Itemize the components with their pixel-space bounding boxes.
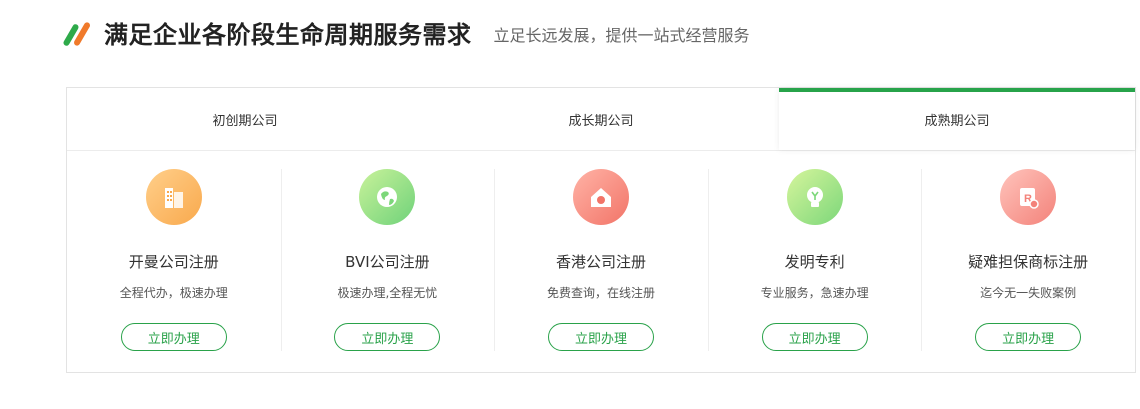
card-title: 疑难担保商标注册 — [968, 253, 1089, 271]
card-desc: 极速办理,全程无忧 — [337, 286, 438, 300]
hk-house-icon — [572, 169, 629, 225]
building-icon — [145, 169, 202, 225]
tab-growth[interactable]: 成长期公司 — [423, 88, 779, 150]
globe-icon — [359, 169, 416, 225]
card-desc: 免费查询，在线注册 — [546, 286, 655, 300]
tab-startup[interactable]: 初创期公司 — [67, 88, 423, 150]
card-desc: 专业服务，急速办理 — [760, 286, 869, 300]
section-subtitle: 立足长远发展，提供一站式经营服务 — [493, 26, 750, 45]
service-card-bvi: BVI公司注册 极速办理,全程无忧 立即办理 — [280, 169, 495, 351]
card-desc: 全程代办，极速办理 — [119, 286, 228, 300]
card-title: 开曼公司注册 — [128, 253, 219, 271]
service-panel: 初创期公司 成长期公司 成熟期公司 开曼公司注册 全程代办，极速办理 立即办理 … — [66, 87, 1136, 373]
section-header: 满足企业各阶段生命周期服务需求 立足长远发展，提供一站式经营服务 — [62, 14, 750, 50]
trademark-icon: R — [1000, 169, 1057, 225]
card-title: 发明专利 — [784, 253, 845, 271]
service-card-trademark: R 疑难担保商标注册 迄今无一失败案例 立即办理 — [921, 169, 1135, 351]
card-title: BVI公司注册 — [345, 253, 430, 271]
stage-tabs: 初创期公司 成长期公司 成熟期公司 — [67, 88, 1135, 151]
apply-button[interactable]: 立即办理 — [761, 323, 868, 351]
service-cards: 开曼公司注册 全程代办，极速办理 立即办理 BVI公司注册 极速办理,全程无忧 … — [67, 151, 1135, 351]
service-card-cayman: 开曼公司注册 全程代办，极速办理 立即办理 — [67, 169, 281, 351]
tab-mature[interactable]: 成熟期公司 — [779, 88, 1135, 150]
apply-button[interactable]: 立即办理 — [120, 323, 227, 351]
apply-button[interactable]: 立即办理 — [547, 323, 654, 351]
lightbulb-icon — [786, 169, 843, 225]
section-title: 满足企业各阶段生命周期服务需求 — [104, 20, 472, 49]
apply-button[interactable]: 立即办理 — [334, 323, 441, 351]
card-desc: 迄今无一失败案例 — [980, 286, 1077, 300]
service-card-hongkong: 香港公司注册 免费查询，在线注册 立即办理 — [494, 169, 708, 351]
service-card-patent: 发明专利 专业服务，急速办理 立即办理 — [707, 169, 922, 351]
apply-button[interactable]: 立即办理 — [975, 323, 1082, 351]
card-title: 香港公司注册 — [555, 253, 646, 271]
brand-logo-icon — [62, 17, 92, 47]
